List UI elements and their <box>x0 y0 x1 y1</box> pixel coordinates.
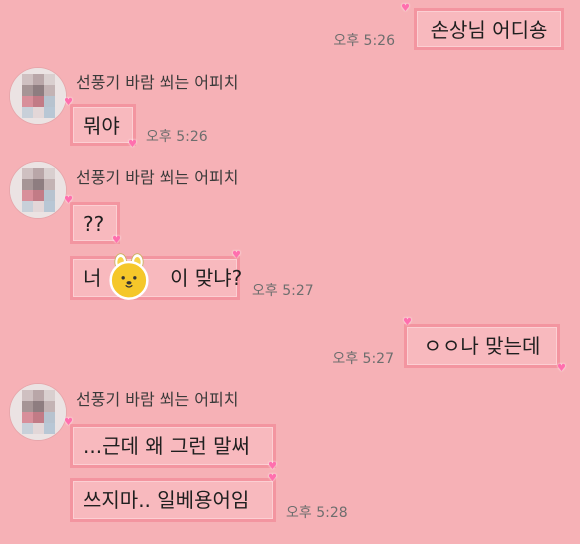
heart-icon: ♥ <box>128 139 137 150</box>
message-text: ...근데 왜 그런 말써 <box>83 434 250 458</box>
message-row-1: 오후 5:26 손상님 어디숑 ♥ <box>0 3 580 50</box>
yellow-bear-sticker-icon <box>104 252 154 302</box>
heart-icon: ♥ <box>64 417 73 428</box>
message-time: 오후 5:26 <box>146 129 208 145</box>
heart-icon: ♥ <box>112 235 121 246</box>
heart-icon: ♥ <box>64 97 73 108</box>
sender-name: 선풍기 바람 쐬는 어피치 <box>76 390 239 409</box>
message-bubble-outgoing[interactable]: 손상님 어디숑 <box>414 8 564 50</box>
sender-name: 선풍기 바람 쐬는 어피치 <box>76 73 239 92</box>
message-time: 오후 5:28 <box>286 505 348 521</box>
sender-name: 선풍기 바람 쐬는 어피치 <box>76 168 239 187</box>
message-text: 뭐야 <box>83 114 120 138</box>
heart-icon: ♥ <box>268 473 277 484</box>
heart-icon: ♥ <box>232 250 241 261</box>
message-text: ?? <box>83 212 105 236</box>
message-text: 너 <box>83 266 102 290</box>
heart-icon: ♥ <box>268 461 277 472</box>
avatar[interactable] <box>10 162 66 218</box>
chat-window: 오후 5:26 손상님 어디숑 ♥ 선풍기 바람 쐬는 어피치 뭐야 ♥ ♥ 오… <box>0 0 580 544</box>
message-bubble-incoming[interactable]: ...근데 왜 그런 말써 <box>70 424 276 468</box>
avatar[interactable] <box>10 68 66 124</box>
heart-icon: ♥ <box>64 195 73 206</box>
heart-icon: ♥ <box>401 3 410 14</box>
message-text: 쓰지마.. 일베용어임 <box>83 488 250 512</box>
heart-icon: ♥ <box>557 363 566 374</box>
message-bubble-incoming[interactable]: 쓰지마.. 일베용어임 <box>70 478 276 522</box>
message-text: ㅇㅇ나 맞는데 <box>423 334 541 358</box>
message-time: 오후 5:27 <box>252 283 314 299</box>
message-bubble-outgoing[interactable]: ㅇㅇ나 맞는데 <box>404 324 560 368</box>
heart-icon: ♥ <box>403 317 412 328</box>
message-time: 오후 5:26 <box>333 33 395 49</box>
message-bubble-incoming[interactable]: 너 이 맞냐? <box>70 256 243 300</box>
avatar[interactable] <box>10 384 66 440</box>
message-text: 손상님 어디숑 <box>430 18 548 42</box>
message-bubble-incoming[interactable]: 뭐야 <box>70 104 136 146</box>
message-text: 이 맞냐? <box>170 266 243 290</box>
message-time: 오후 5:27 <box>332 351 394 367</box>
